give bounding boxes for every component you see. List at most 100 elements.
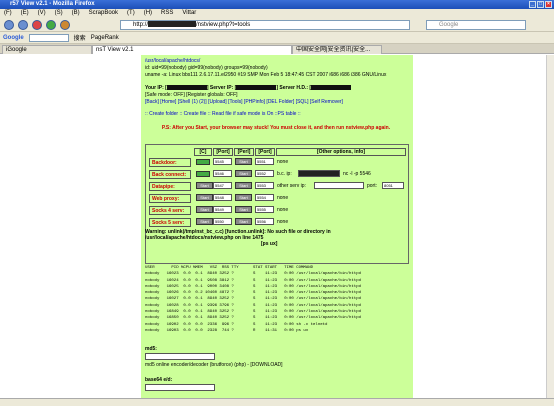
search-input[interactable]: Google <box>426 20 526 30</box>
create-links[interactable]: :: Create folder :: Create file :: Read … <box>145 111 301 117</box>
pagerank-label: PageRank <box>90 34 119 41</box>
nst-shell-panel: /usr/local/apache/htdocs/ id: uid=99(nob… <box>141 55 413 398</box>
window-title: r57 <box>10 1 21 7</box>
socks4-perl-start-button[interactable]: Start <box>235 206 252 213</box>
reload-icon[interactable] <box>46 20 56 30</box>
menu-rss[interactable]: RSS <box>161 9 173 18</box>
col-header-perl: [Perl] <box>234 148 254 156</box>
stop-icon[interactable] <box>32 20 42 30</box>
tab-nstview[interactable]: nsT View v2.1 <box>92 45 292 54</box>
backconnect-port-input[interactable]: 5546 <box>213 170 232 177</box>
current-path[interactable]: /usr/local/apache/htdocs/ <box>145 58 200 64</box>
socks4-c-start-button[interactable]: Start <box>196 206 213 213</box>
menu-file[interactable]: (F) <box>4 9 12 18</box>
webproxy-perl-start-button[interactable]: Start <box>235 194 252 201</box>
tab-security[interactable]: 中国安全网|安全资讯|安全... <box>292 45 382 54</box>
ip-redaction <box>236 85 277 91</box>
menu-tools[interactable]: (T) <box>127 9 135 18</box>
datapipe-serv-label: other serv ip: <box>277 183 306 189</box>
menu-view[interactable]: (V) <box>38 9 46 18</box>
menu-help[interactable]: (H) <box>144 9 152 18</box>
backconnect-c-start-button[interactable] <box>196 171 210 177</box>
webproxy-port-input[interactable]: 5548 <box>213 194 232 201</box>
webproxy-info: none <box>277 195 289 201</box>
md5-note[interactable]: md5 online encoder/decoder (brutforce) (… <box>145 362 283 368</box>
google-search-button[interactable]: 搜索 <box>74 33 86 42</box>
backconnect-perl-start-button[interactable]: Start <box>235 170 252 177</box>
col-header-c: [C] <box>194 148 212 156</box>
socks5-port-input[interactable]: 5550 <box>213 218 232 225</box>
webproxy-perl-port-input[interactable]: 5554 <box>255 194 274 201</box>
menu-bookmarks[interactable]: (B) <box>72 9 80 18</box>
socks4-perl-port-input[interactable]: 5555 <box>255 206 274 213</box>
backdoor-port-input[interactable]: 5545 <box>213 158 232 165</box>
id-line: id: uid=99(nobody) gid=99(nobody) groups… <box>145 65 268 71</box>
your-ip-label: Your IP: [ <box>145 85 167 91</box>
vertical-scrollbar[interactable] <box>546 55 554 398</box>
warning-note: P.S: After you Start, your browser may s… <box>161 125 391 131</box>
google-toolbar: Google 搜索 PageRank <box>0 32 554 44</box>
backdoor-perl-port-input[interactable]: 5551 <box>255 158 274 165</box>
google-search-input[interactable] <box>28 33 69 42</box>
google-logo: Google <box>3 34 24 41</box>
nav-links[interactable]: [Back] [Home] [Shell (1) (2)] [Upload] [… <box>145 99 343 105</box>
backconnect-ip-input[interactable] <box>298 170 340 177</box>
navigation-toolbar: http:// /nstview.php?t=tools Google <box>0 18 554 32</box>
md5-input[interactable] <box>145 353 215 360</box>
tab-bar: iGoogle nsT View v2.1 中国安全网|安全资讯|安全... <box>0 44 554 54</box>
socks5-c-start-button[interactable]: Start <box>196 218 213 225</box>
backconnect-hint: nc -l -p 5546 <box>343 171 371 177</box>
backconnect-ip-label: b.c. ip: <box>277 171 292 177</box>
row-backdoor-label: Backdoor: <box>149 158 191 167</box>
datapipe-c-start-button[interactable]: Start <box>196 182 213 189</box>
datapipe-port-input[interactable]: 5547 <box>213 182 232 189</box>
backconnect-perl-port-input[interactable]: 5552 <box>255 170 274 177</box>
tab-igoogle[interactable]: iGoogle <box>2 45 92 54</box>
home-icon[interactable] <box>60 20 70 30</box>
row-datapipe-label: Datapipe: <box>149 182 191 191</box>
socks5-perl-start-button[interactable]: Start <box>235 218 252 225</box>
unlink-warning-path: /usr/local/apache/htdocs/nstview.php on … <box>145 235 264 241</box>
backdoor-c-start-button[interactable] <box>196 159 210 165</box>
url-input[interactable]: http:// /nstview.php?t=tools <box>120 20 410 30</box>
backdoor-info: none <box>277 159 289 165</box>
forward-icon[interactable] <box>18 20 28 30</box>
datapipe-perl-port-input[interactable]: 5553 <box>255 182 274 189</box>
datapipe-perl-start-button[interactable]: Start <box>235 182 252 189</box>
socks5-info: none <box>277 219 289 225</box>
minimize-button[interactable]: _ <box>529 1 536 8</box>
base64-input[interactable] <box>145 384 215 391</box>
row-backconnect-label: Back connect: <box>149 170 191 179</box>
url-suffix: /nstview.php?t=tools <box>196 22 251 28</box>
md5-label: md5: <box>145 346 157 352</box>
close-button[interactable]: × <box>545 1 552 8</box>
uname-line: uname -a: Linux bbs111 2.6.17.11.el2950 … <box>145 72 387 78</box>
col-header-options: [Other options, info] <box>276 148 406 156</box>
row-socks5-label: Socks 5 serv: <box>149 218 191 227</box>
col-header-port: [Port] <box>213 148 233 156</box>
socks4-port-input[interactable]: 5549 <box>213 206 232 213</box>
tab-label: 中国安全网|安全资讯|安全... <box>296 47 371 53</box>
datapipe-port-label: port: <box>367 183 378 189</box>
ip-redaction <box>166 85 207 91</box>
menu-bar: (F) (E) (V) (S) (B) ScrapBook (T) (H) RS… <box>0 9 554 18</box>
webproxy-c-start-button[interactable]: Start <box>196 194 213 201</box>
process-list: USER PID %CPU %MEM VSZ RSS TTY STAT STAR… <box>145 266 362 333</box>
base64-label: base64 e/d: <box>145 377 173 383</box>
menu-vittar[interactable]: Vittar <box>182 9 196 18</box>
back-icon[interactable] <box>4 20 14 30</box>
socks5-perl-port-input[interactable]: 5556 <box>255 218 274 225</box>
menu-edit[interactable]: (E) <box>21 9 29 18</box>
window-title-suffix: View v2.1 - Mozilla Firefox <box>20 1 95 7</box>
datapipe-ip-input[interactable] <box>314 182 364 189</box>
menu-history[interactable]: (S) <box>55 9 63 18</box>
window-title-bar: r57 View v2.1 - Mozilla Firefox _ □ × <box>0 0 554 9</box>
backdoor-perl-start-button[interactable]: Start <box>235 158 252 165</box>
datapipe-remote-port-input[interactable]: 8051 <box>382 182 404 189</box>
server-hd-label: ] Server H.D.: [ <box>276 85 312 91</box>
row-webproxy-label: Web proxy: <box>149 194 191 203</box>
maximize-button[interactable]: □ <box>537 1 544 8</box>
tab-label: iGoogle <box>6 47 27 53</box>
server-ip-label: ] Server IP: [ <box>206 85 237 91</box>
menu-scrapbook[interactable]: ScrapBook <box>89 9 118 18</box>
